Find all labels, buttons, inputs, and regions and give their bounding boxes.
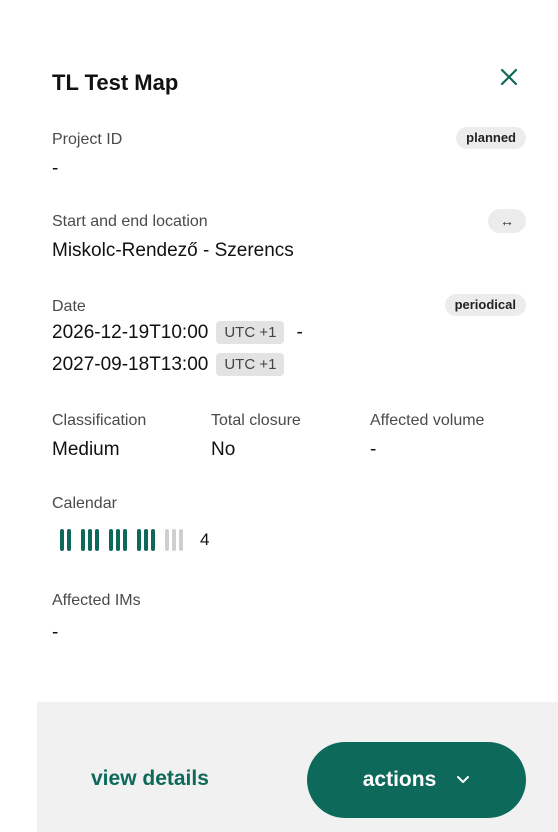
timezone-badge: UTC +1 [216,353,285,376]
affected-volume-label: Affected volume [370,412,485,429]
panel-title: TL Test Map [52,70,179,95]
affected-volume-value: - [370,439,377,460]
timezone-badge: UTC +1 [216,321,285,344]
swap-arrows-icon: ↔ [500,213,514,229]
date-separator: - [296,321,303,343]
calendar-day-active [88,529,92,551]
calendar-day-active [67,529,71,551]
calendar-day-inactive [179,529,183,551]
calendar-bars [60,529,186,551]
calendar-day-active [151,529,155,551]
project-id-value: - [52,158,59,179]
affected-ims-label: Affected IMs [52,592,141,609]
calendar-day-active [144,529,148,551]
close-icon[interactable] [494,62,524,92]
calendar-day-active [81,529,85,551]
date-end: 2027-09-18T13:00 [52,353,209,375]
swap-location-button[interactable]: ↔ [488,209,526,233]
calendar-day-active [109,529,113,551]
calendar-pattern: 4 [60,529,209,551]
date-end-row: 2027-09-18T13:00 UTC +1 [52,353,285,376]
date-label: Date [52,298,86,315]
calendar-day-active [60,529,64,551]
status-badge: planned [456,127,526,149]
calendar-day-active [123,529,127,551]
calendar-day-inactive [172,529,176,551]
periodical-badge: periodical [444,294,526,316]
project-id-label: Project ID [52,131,123,148]
total-closure-value: No [211,439,236,460]
view-details-link[interactable]: view details [91,767,209,791]
actions-label: actions [362,768,437,791]
date-start: 2026-12-19T10:00 [52,321,209,343]
classification-value: Medium [52,439,120,460]
close-button[interactable] [494,62,524,92]
location-value: Miskolc-Rendező - Szerencs [52,240,294,261]
date-start-row: 2026-12-19T10:00 UTC +1 - [52,321,303,344]
calendar-day-active [95,529,99,551]
classification-label: Classification [52,412,147,429]
chevron-down-icon [457,776,470,783]
affected-ims-value: - [52,622,59,643]
calendar-count: 4 [200,530,210,549]
calendar-label: Calendar [52,495,117,512]
total-closure-label: Total closure [211,412,301,429]
calendar-day-inactive [165,529,169,551]
detail-panel: TL Test Map Project ID planned - Start a… [0,0,558,832]
calendar-day-active [116,529,120,551]
calendar-day-active [137,529,141,551]
location-label: Start and end location [52,213,208,230]
actions-button[interactable]: actions [307,742,526,818]
